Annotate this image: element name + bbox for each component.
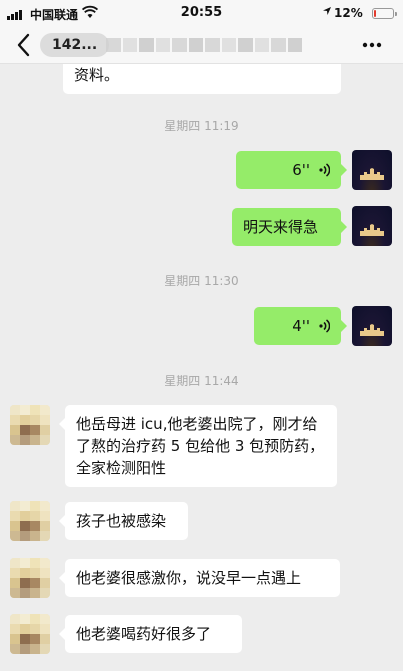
message-bubble-incoming[interactable]: 资料。 <box>63 64 341 94</box>
message-text: 明天来得急 <box>243 218 319 236</box>
pixelated-avatar-icon <box>10 501 50 541</box>
message-text: 孩子也被感染 <box>76 512 167 530</box>
voice-duration: 6'' <box>292 161 310 179</box>
message-text: 他老婆很感激你，说没早一点遇上 <box>76 569 302 587</box>
chat-header: 142... <box>0 26 403 64</box>
chevron-left-icon <box>17 33 30 57</box>
unread-count-badge: 142... <box>40 33 110 57</box>
location-arrow-icon <box>322 6 332 19</box>
voice-wave-icon <box>319 319 330 333</box>
message-bubble-incoming[interactable]: 孩子也被感染 <box>59 502 188 540</box>
pixelated-avatar-icon <box>10 558 50 598</box>
pixelated-avatar-icon <box>10 405 50 445</box>
voice-duration: 4'' <box>292 317 310 335</box>
more-button[interactable] <box>360 36 384 54</box>
voice-message-outgoing[interactable]: 4'' <box>254 307 347 345</box>
voice-wave-icon <box>319 163 330 177</box>
battery-icon <box>372 8 397 19</box>
contact-avatar[interactable] <box>10 558 50 598</box>
my-avatar[interactable] <box>352 306 392 346</box>
pixelated-avatar-icon <box>10 614 50 654</box>
battery-percent: 12% <box>334 6 363 20</box>
contact-avatar[interactable] <box>10 405 50 445</box>
message-text: 他老婆喝药好很多了 <box>76 625 212 643</box>
message-bubble-incoming[interactable]: 他老婆很感激你，说没早一点遇上 <box>59 559 340 597</box>
status-bar: 中国联通 20:55 12% <box>0 0 403 26</box>
timestamp: 星期四 11:44 <box>164 374 239 388</box>
timestamp: 星期四 11:30 <box>164 274 239 288</box>
back-button[interactable]: 142... <box>14 32 110 58</box>
contact-avatar[interactable] <box>10 501 50 541</box>
message-bubble-outgoing[interactable]: 明天来得急 <box>232 208 347 246</box>
message-text: 资料。 <box>74 66 120 84</box>
contact-avatar[interactable] <box>10 614 50 654</box>
message-bubble-incoming[interactable]: 他岳母进 icu,他老婆出院了，刚才给了熬的治疗药 5 包给他 3 包预防药，全… <box>59 405 337 487</box>
my-avatar[interactable] <box>352 150 392 190</box>
more-dots-icon <box>362 42 382 48</box>
message-bubble-incoming[interactable]: 他老婆喝药好很多了 <box>59 615 242 653</box>
timestamp: 星期四 11:19 <box>164 119 239 133</box>
message-text: 他岳母进 icu,他老婆出院了，刚才给了熬的治疗药 5 包给他 3 包预防药，全… <box>76 415 325 477</box>
voice-message-outgoing[interactable]: 6'' <box>236 151 347 189</box>
my-avatar[interactable] <box>352 206 392 246</box>
chat-title-redacted <box>106 38 302 52</box>
